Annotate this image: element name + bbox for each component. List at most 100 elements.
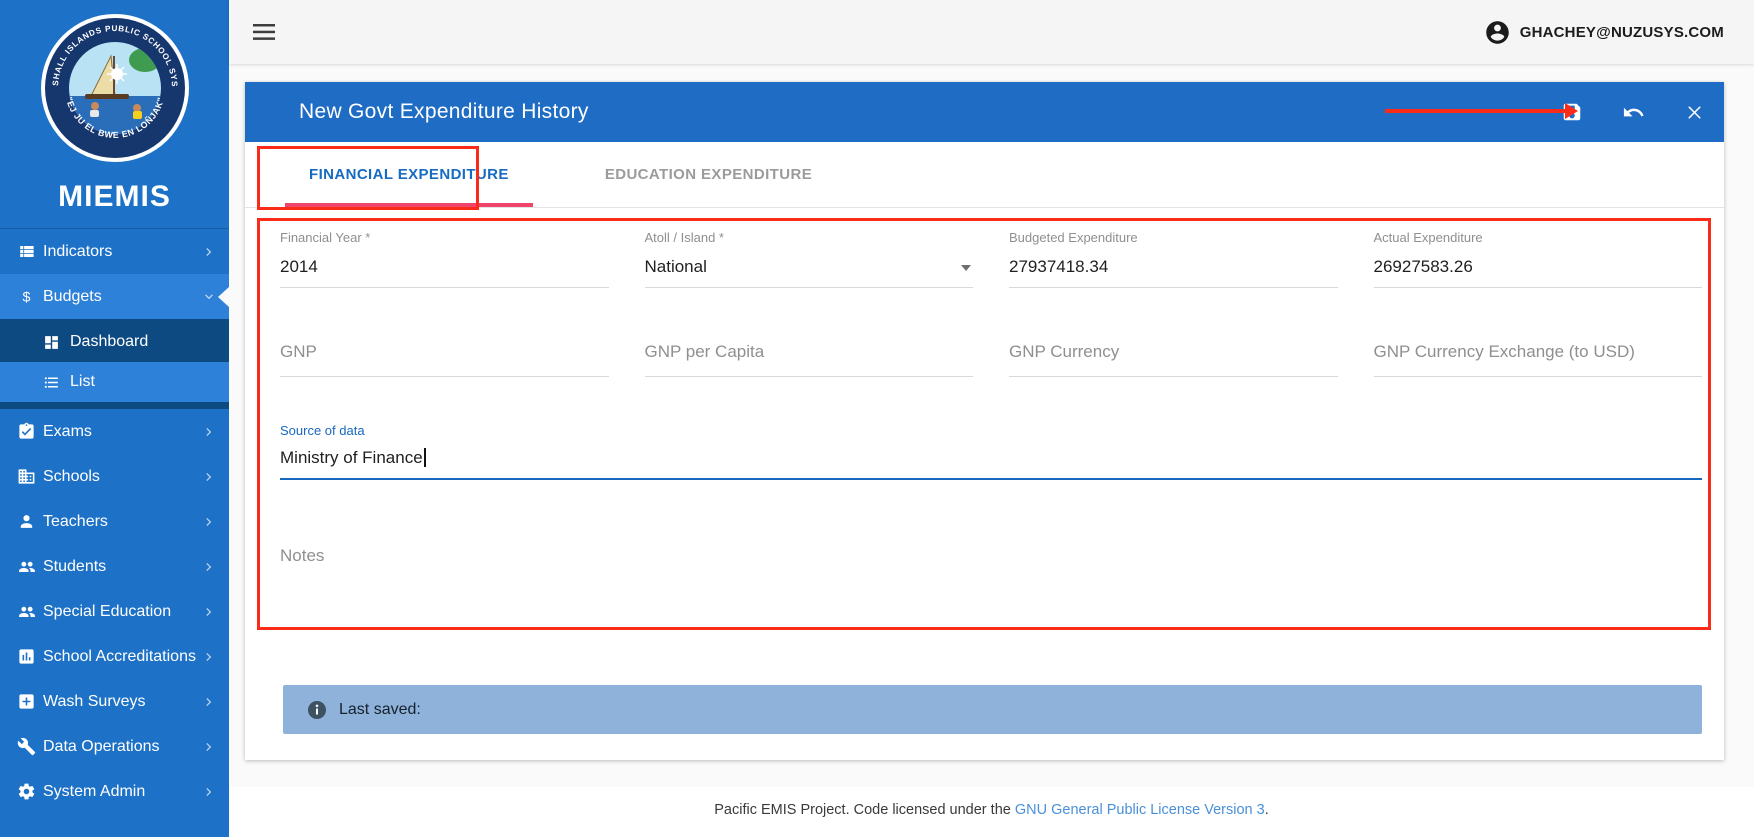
sidebar-item-data-operations[interactable]: Data Operations — [0, 724, 229, 769]
hamburger-menu-button[interactable] — [249, 20, 279, 44]
field-gnp-currency: GNP Currency — [1009, 342, 1338, 377]
chevron-right-icon — [201, 514, 217, 530]
selected-value: National — [645, 257, 707, 276]
sidebar-item-indicators[interactable]: Indicators — [0, 229, 229, 274]
dropdown-arrow-icon[interactable] — [961, 265, 971, 271]
poll-icon — [17, 647, 43, 666]
tab-financial-expenditure[interactable]: FINANCIAL EXPENDITURE — [285, 142, 533, 207]
gear-icon — [17, 782, 43, 801]
hamburger-icon — [253, 24, 275, 40]
footer-period: . — [1265, 802, 1269, 818]
user-account-menu[interactable]: GHACHEY@NUZUSYS.COM — [1484, 19, 1724, 46]
field-financial-year: Financial Year * 2014 — [280, 230, 609, 288]
sidebar-item-schools[interactable]: Schools — [0, 454, 229, 499]
sidebar-item-budgets[interactable]: $ Budgets — [0, 274, 229, 319]
sidebar-item-label: School Accreditations — [43, 648, 196, 666]
field-underline — [1009, 376, 1338, 377]
field-label: Atoll / Island * — [645, 230, 974, 245]
gnp-input[interactable]: GNP — [280, 342, 609, 364]
sidebar-item-wash-surveys[interactable]: Wash Surveys — [0, 679, 229, 724]
field-underline — [1009, 287, 1338, 288]
field-underline — [1374, 287, 1703, 288]
active-item-marker — [218, 287, 229, 307]
focused-field-underline — [280, 478, 1702, 480]
sidebar-item-exams[interactable]: Exams — [0, 409, 229, 454]
field-label: Budgeted Expenditure — [1009, 230, 1338, 245]
field-notes: Notes — [280, 546, 1702, 629]
close-button[interactable] — [1680, 98, 1708, 126]
chevron-right-icon — [201, 469, 217, 485]
card-header-actions — [1558, 98, 1716, 126]
text-cursor — [424, 448, 426, 467]
sidebar-item-school-accreditations[interactable]: School Accreditations — [0, 634, 229, 679]
chevron-right-icon — [201, 424, 217, 440]
field-underline — [645, 287, 974, 288]
atoll-island-select[interactable]: National — [645, 257, 974, 279]
chevron-right-icon — [201, 784, 217, 800]
sidebar-item-system-admin[interactable]: System Admin — [0, 769, 229, 814]
field-label: Source of data — [280, 423, 1702, 438]
undo-icon — [1622, 101, 1645, 124]
sidebar-item-students[interactable]: Students — [0, 544, 229, 589]
budgeted-expenditure-input[interactable]: 27937418.34 — [1009, 257, 1338, 279]
sidebar-item-label: Teachers — [43, 513, 108, 531]
clipboard-check-icon — [17, 422, 43, 441]
sidebar-item-label: Budgets — [43, 288, 102, 306]
sidebar-item-special-education[interactable]: Special Education — [0, 589, 229, 634]
app-name: MIEMIS — [0, 180, 229, 214]
field-underline — [1374, 376, 1703, 377]
sidebar-nav: Indicators $ Budgets Dashboard List Exam… — [0, 228, 229, 837]
footer-text: Pacific EMIS Project. Code licensed unde… — [714, 802, 1015, 818]
sidebar-item-label: Wash Surveys — [43, 693, 146, 711]
sidebar-item-teachers[interactable]: Teachers — [0, 499, 229, 544]
chevron-down-icon — [201, 289, 217, 305]
financial-year-input[interactable]: 2014 — [280, 257, 609, 279]
account-circle-icon — [1484, 19, 1511, 46]
sidebar-subitem-dashboard[interactable]: Dashboard — [0, 322, 229, 362]
chevron-right-icon — [201, 559, 217, 575]
source-of-data-input[interactable]: Ministry of Finance — [280, 448, 1702, 470]
sidebar-item-label: Students — [43, 558, 106, 576]
chevron-right-icon — [201, 694, 217, 710]
field-gnp-currency-exchange: GNP Currency Exchange (to USD) — [1374, 342, 1703, 377]
gnp-per-capita-input[interactable]: GNP per Capita — [645, 342, 974, 364]
notes-input[interactable]: Notes — [280, 546, 1702, 566]
wrench-icon — [17, 737, 43, 756]
sidebar-item-label: Special Education — [43, 603, 171, 621]
save-button[interactable] — [1558, 98, 1586, 126]
last-saved-label: Last saved: — [339, 701, 421, 719]
sidebar: MARSHALL ISLANDS PUBLIC SCHOOL SYSTEM "E… — [0, 0, 229, 837]
close-icon — [1684, 102, 1705, 123]
financial-expenditure-form: Financial Year * 2014 Atoll / Island * N… — [245, 208, 1724, 629]
sidebar-item-label: Data Operations — [43, 738, 160, 756]
field-atoll-island: Atoll / Island * National — [645, 230, 974, 288]
brand-logo: MARSHALL ISLANDS PUBLIC SCHOOL SYSTEM "E… — [0, 0, 229, 228]
people-icon — [17, 557, 43, 577]
gnp-currency-exchange-input[interactable]: GNP Currency Exchange (to USD) — [1374, 342, 1703, 364]
field-gnp-per-capita: GNP per Capita — [645, 342, 974, 377]
school-system-seal-logo: MARSHALL ISLANDS PUBLIC SCHOOL SYSTEM "E… — [40, 13, 190, 163]
input-value: Ministry of Finance — [280, 448, 423, 467]
info-icon — [307, 700, 327, 720]
sidebar-subitem-list[interactable]: List — [0, 362, 229, 402]
add-box-icon — [17, 692, 43, 711]
topbar: GHACHEY@NUZUSYS.COM — [229, 0, 1754, 64]
chevron-right-icon — [201, 244, 217, 260]
sidebar-item-label: Schools — [43, 468, 100, 486]
undo-button[interactable] — [1619, 98, 1647, 126]
last-saved-banner: Last saved: — [283, 685, 1702, 734]
gnp-currency-input[interactable]: GNP Currency — [1009, 342, 1338, 364]
dollar-icon: $ — [17, 287, 43, 306]
chevron-right-icon — [201, 604, 217, 620]
gnu-license-link[interactable]: GNU General Public License Version 3 — [1015, 802, 1265, 818]
field-source-of-data: Source of data Ministry of Finance — [280, 423, 1702, 480]
field-underline — [645, 376, 974, 377]
footer: Pacific EMIS Project. Code licensed unde… — [229, 787, 1754, 837]
sidebar-subitem-label: Dashboard — [70, 333, 148, 351]
actual-expenditure-input[interactable]: 26927583.26 — [1374, 257, 1703, 279]
save-icon — [1561, 101, 1583, 123]
tab-education-expenditure[interactable]: EDUCATION EXPENDITURE — [581, 142, 836, 207]
content-area: New Govt Expenditure History FINANCIAL E… — [229, 64, 1754, 787]
user-email: GHACHEY@NUZUSYS.COM — [1520, 24, 1724, 41]
svg-text:$: $ — [23, 289, 31, 305]
